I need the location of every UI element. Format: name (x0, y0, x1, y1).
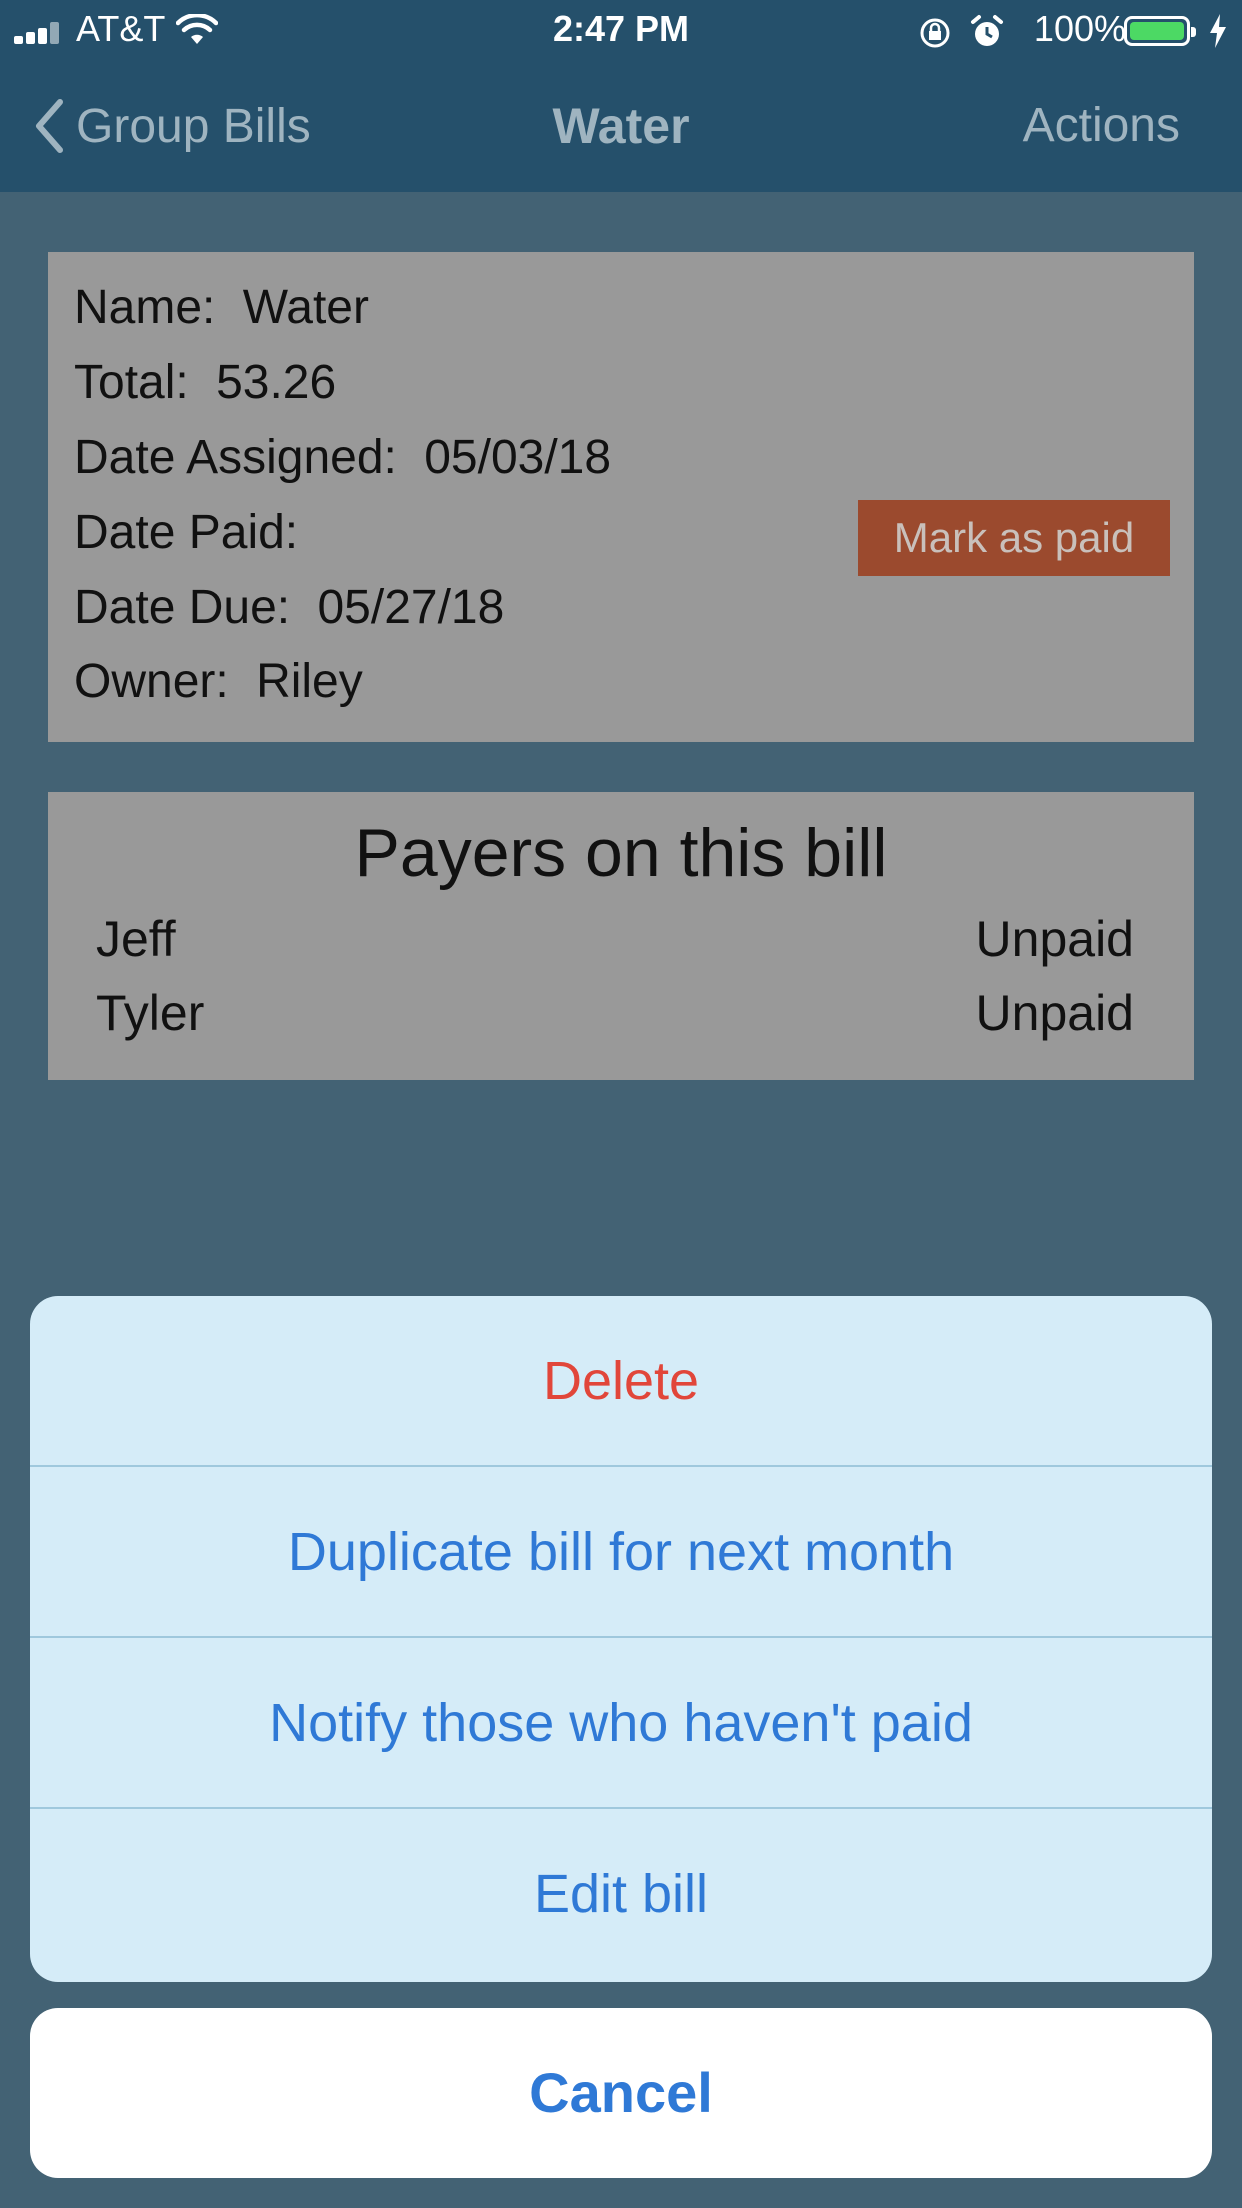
total-value: 53.26 (216, 356, 337, 409)
owner-label: Owner: (74, 655, 229, 708)
date-due-value: 05/27/18 (317, 581, 505, 634)
battery-percentage: 100% (1033, 8, 1126, 49)
status-bar: AT&T 2:47 PM 100% (0, 0, 1242, 60)
bill-details-card: Name: Water Total: 53.26 Date Assigned: … (48, 252, 1194, 742)
date-assigned-label: Date Assigned: (74, 431, 397, 484)
payer-row: Jeff Unpaid (96, 910, 1134, 970)
name-row: Name: Water (74, 280, 369, 335)
owner-value: Riley (256, 655, 363, 708)
duplicate-bill-button[interactable]: Duplicate bill for next month (30, 1467, 1212, 1638)
payer-status: Unpaid (975, 911, 1134, 967)
total-row: Total: 53.26 (74, 355, 336, 410)
date-paid-label: Date Paid: (74, 506, 299, 559)
payer-status: Unpaid (975, 985, 1134, 1041)
notify-unpaid-button[interactable]: Notify those who haven't paid (30, 1638, 1212, 1809)
date-paid-row: Date Paid: (74, 505, 312, 560)
payers-card: Payers on this bill Jeff Unpaid Tyler Un… (48, 792, 1194, 1080)
action-sheet: Delete Duplicate bill for next month Not… (30, 1296, 1212, 1982)
date-due-row: Date Due: 05/27/18 (74, 580, 504, 635)
mark-as-paid-button[interactable]: Mark as paid (858, 500, 1170, 576)
payer-name: Jeff (96, 911, 176, 967)
battery-icon (1124, 16, 1196, 46)
rotation-lock-icon (920, 18, 950, 48)
total-label: Total: (74, 356, 189, 409)
cancel-button[interactable]: Cancel (30, 2008, 1212, 2178)
date-assigned-value: 05/03/18 (424, 431, 612, 484)
payer-row: Tyler Unpaid (96, 984, 1134, 1044)
edit-bill-button[interactable]: Edit bill (30, 1809, 1212, 1982)
delete-button[interactable]: Delete (30, 1296, 1212, 1467)
name-value: Water (242, 281, 369, 334)
actions-button[interactable]: Actions (1023, 96, 1180, 156)
name-label: Name: (74, 281, 216, 334)
payer-name: Tyler (96, 985, 205, 1041)
charging-bolt-icon (1210, 14, 1226, 48)
alarm-icon (971, 15, 1003, 46)
payers-title: Payers on this bill (354, 815, 888, 891)
date-due-label: Date Due: (74, 581, 291, 634)
owner-row: Owner: Riley (74, 654, 363, 709)
date-assigned-row: Date Assigned: 05/03/18 (74, 430, 611, 485)
navigation-bar: AT&T 2:47 PM 100% Group Bills Water Acti… (0, 0, 1242, 192)
